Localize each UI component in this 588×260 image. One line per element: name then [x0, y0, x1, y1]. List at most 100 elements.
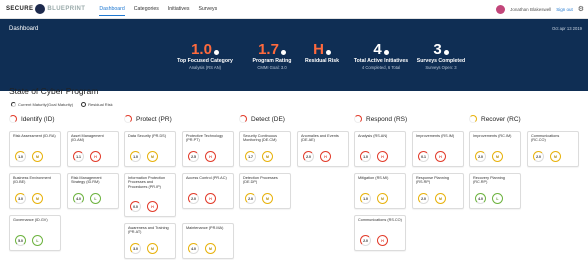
- card-title: Protective Technology (PR.PT): [186, 134, 224, 143]
- category-card[interactable]: Risk Assessment (ID.RA) 1.0 M: [9, 131, 61, 167]
- maturity-badge: 2.0: [475, 151, 486, 162]
- category-card[interactable]: Protective Technology (PR.PT) 2.5 H: [182, 131, 234, 167]
- dot-icon: [280, 49, 286, 55]
- column-header: Detect (DE): [239, 113, 350, 125]
- maturity-ring-icon: [11, 102, 16, 107]
- risk-badge: M: [32, 151, 43, 162]
- nav-dashboard[interactable]: Dashboard: [99, 3, 125, 16]
- category-card[interactable]: Mitigation (RS.MI) 1.0 M: [354, 173, 406, 209]
- section-title: State of Cyber Program: [9, 86, 99, 96]
- stat-sub: Surveys Open: 3: [425, 65, 457, 70]
- maturity-badge: 0.1: [418, 151, 429, 162]
- category-card[interactable]: Awareness and Training (PR.AT) 3.0 M: [124, 223, 176, 259]
- nav-categories[interactable]: Categories: [134, 3, 159, 16]
- risk-badge: H: [435, 151, 446, 162]
- category-card[interactable]: Detection Processes (DE.DP) 2.0 M: [239, 173, 291, 209]
- column-title: Respond (RS): [366, 115, 408, 123]
- category-card[interactable]: Data Security (PR.DS) 1.0 M: [124, 131, 176, 167]
- maturity-badge: 2.0: [245, 193, 256, 204]
- card-title: Response Planning (RS.RP): [416, 176, 449, 185]
- card-title: Improvements (RS.IM): [416, 134, 455, 138]
- maturity-badge: 2.0: [533, 151, 544, 162]
- card-title: Analysis (RS.AN): [358, 134, 388, 138]
- maturity-badge: 0.0: [130, 201, 141, 212]
- stat-0: 1.0 Top Focused Category Analysis (RS AN): [170, 40, 240, 71]
- stat-4: 3 Surveys Completed Surveys Open: 3: [406, 40, 476, 71]
- category-card[interactable]: Improvements (RS.IM) 0.1 H: [412, 131, 464, 167]
- risk-badge: M: [492, 151, 503, 162]
- maturity-badge: 4.0: [188, 243, 199, 254]
- category-card[interactable]: Asset Management (ID.AM) 1.1 H: [67, 131, 119, 167]
- column-4: Recover (RC) Improvements (RC.IM) 2.0 M Comm…: [469, 113, 580, 259]
- risk-badge: M: [262, 151, 273, 162]
- avatar[interactable]: [496, 4, 506, 14]
- category-card[interactable]: Governance (ID.GV) 5.0 L: [9, 215, 61, 251]
- risk-badge: M: [147, 243, 158, 254]
- risk-badge: H: [90, 151, 101, 162]
- maturity-badge: 1.7: [245, 151, 256, 162]
- risk-badge: M: [435, 193, 446, 204]
- category-card[interactable]: Communications (RC.CO) 2.0 M: [527, 131, 579, 167]
- page-title: Dashboard: [9, 26, 39, 32]
- card-title: Business Environment (ID.BE): [13, 176, 51, 185]
- category-card[interactable]: Access Control (PR.AC) 2.0 H: [182, 173, 234, 209]
- maturity-ring-icon: [239, 115, 247, 123]
- logo[interactable]: SECURE BLUEPRINT: [6, 4, 85, 14]
- maturity-ring-icon: [354, 115, 362, 123]
- maturity-badge: 1.0: [130, 151, 141, 162]
- maturity-badge: 3.0: [130, 243, 141, 254]
- nav-surveys[interactable]: Surveys: [198, 3, 217, 16]
- category-card[interactable]: Analysis (RS.AN) 1.0 H: [354, 131, 406, 167]
- column-title: Recover (RC): [481, 115, 521, 123]
- maturity-badge: 1.0: [15, 151, 26, 162]
- category-card[interactable]: Maintenance (PR.MA) 4.0 M: [182, 223, 234, 259]
- card-title: Access Control (PR.AC): [186, 176, 227, 180]
- category-card[interactable]: Improvements (RC.IM) 2.0 M: [469, 131, 521, 167]
- risk-badge: M: [377, 193, 388, 204]
- dot-icon: [383, 49, 389, 55]
- stat-label: Surveys Completed: [416, 58, 466, 64]
- stat-value: 3: [406, 40, 476, 58]
- maturity-ring-icon: [9, 115, 17, 123]
- nav-initiatives[interactable]: Initiatives: [168, 3, 190, 16]
- risk-badge: H: [205, 193, 216, 204]
- category-card[interactable]: Business Environment (ID.BE) 3.0 M: [9, 173, 61, 209]
- column-0: Identify (ID) Risk Assessment (ID.RA) 1.0 M…: [9, 113, 120, 259]
- maturity-badge: 2.0: [188, 193, 199, 204]
- card-title: Anomalies and Events (DE.AE): [301, 134, 339, 143]
- maturity-badge: 2.0: [418, 193, 429, 204]
- sign-out-link[interactable]: Sign out: [556, 7, 573, 12]
- category-columns: Identify (ID) Risk Assessment (ID.RA) 1.0 M…: [9, 113, 580, 259]
- category-card[interactable]: Information Protection Processes and Pro…: [124, 173, 176, 217]
- legend: Current Maturity(Goal Maturity) Residual…: [11, 102, 113, 107]
- maturity-badge: 1.0: [360, 151, 371, 162]
- column-header: Recover (RC): [469, 113, 580, 125]
- gear-icon[interactable]: ⚙: [578, 5, 584, 13]
- category-card[interactable]: Communications (RS.CO) 2.0 H: [354, 215, 406, 251]
- category-card[interactable]: Anomalies and Events (DE.AE) 2.0 H: [297, 131, 349, 167]
- column-1: Protect (PR) Data Security (PR.DS) 1.0 M Pro…: [124, 113, 235, 259]
- card-title: Communications (RC.CO): [531, 134, 560, 143]
- category-card[interactable]: Security Continuous Monitoring (DE.CM) 1.…: [239, 131, 291, 167]
- card-title: Risk Management Strategy (ID.RM): [71, 176, 102, 185]
- dot-icon: [213, 49, 219, 55]
- column-header: Protect (PR): [124, 113, 235, 125]
- card-title: Detection Processes (DE.DP): [243, 176, 278, 185]
- card-title: Security Continuous Monitoring (DE.CM): [243, 134, 277, 143]
- risk-badge: M: [550, 151, 561, 162]
- card-title: Maintenance (PR.MA): [186, 226, 224, 230]
- category-card[interactable]: Risk Management Strategy (ID.RM) 4.0 L: [67, 173, 119, 209]
- user-name: Jonathan Blakeswell: [510, 6, 552, 12]
- card-title: Recovery Planning (RC.RP): [473, 176, 505, 185]
- dot-icon: [443, 49, 449, 55]
- stat-sub: CMMI Goal: 3.0: [257, 65, 287, 70]
- card-title: Information Protection Processes and Pro…: [128, 176, 166, 189]
- column-title: Detect (DE): [251, 115, 285, 123]
- legend-maturity: Current Maturity(Goal Maturity): [18, 102, 74, 107]
- stat-sub: Analysis (RS AN): [188, 65, 222, 70]
- stat-value: 1.0: [170, 40, 240, 58]
- category-card[interactable]: Recovery Planning (RC.RP) 4.0 L: [469, 173, 521, 209]
- category-card[interactable]: Response Planning (RS.RP) 2.0 M: [412, 173, 464, 209]
- risk-badge: H: [320, 151, 331, 162]
- risk-badge: M: [147, 151, 158, 162]
